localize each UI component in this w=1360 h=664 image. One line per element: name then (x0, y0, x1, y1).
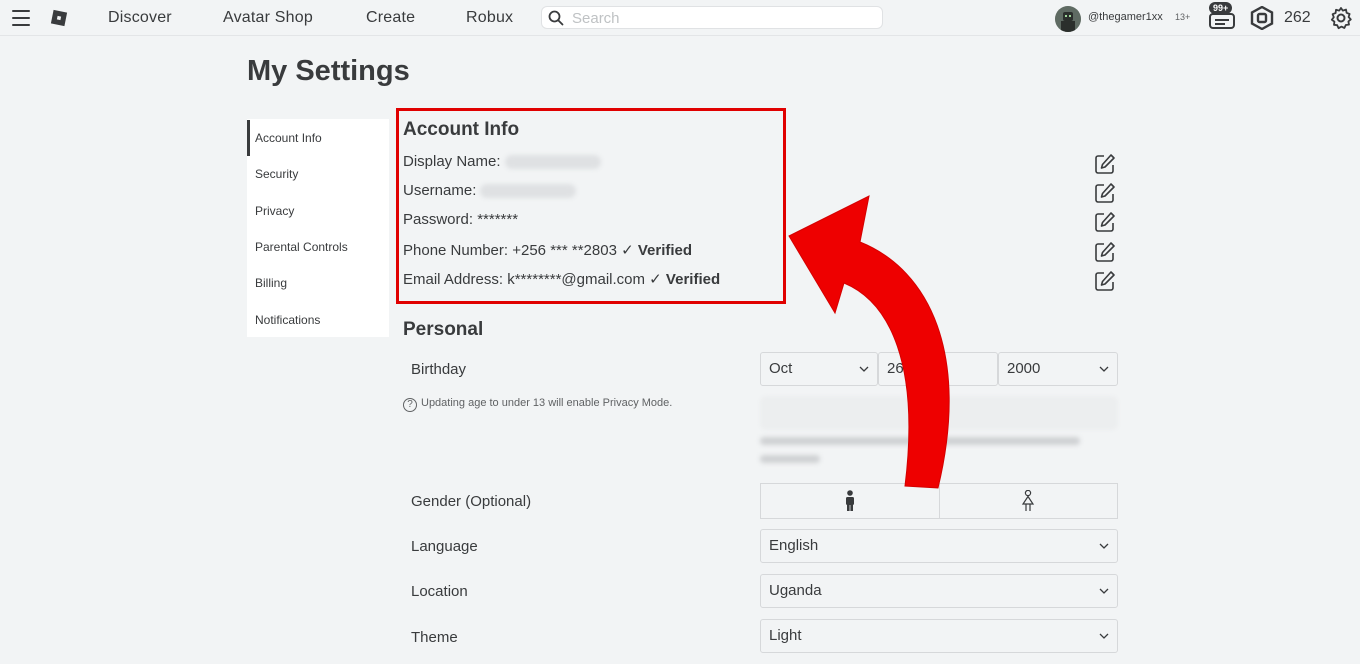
nav-link-robux[interactable]: Robux (466, 9, 513, 27)
chevron-down-icon (1099, 633, 1109, 639)
chevron-down-icon (1099, 588, 1109, 594)
location-label: Location (411, 583, 468, 600)
birthday-label: Birthday (411, 361, 467, 378)
edit-phone-icon[interactable] (1094, 241, 1116, 263)
sidebar-item-security[interactable]: Security (247, 156, 389, 192)
edit-password-icon[interactable] (1094, 211, 1116, 233)
red-curved-arrow-annotation (788, 195, 950, 489)
language-value: English (769, 537, 819, 554)
language-label: Language (411, 538, 478, 555)
female-gender-icon[interactable] (1020, 490, 1036, 512)
hamburger-menu-icon[interactable] (12, 10, 30, 26)
edit-email-icon[interactable] (1094, 270, 1116, 292)
nav-link-create[interactable]: Create (366, 9, 415, 27)
robux-icon[interactable] (1250, 6, 1274, 30)
edit-username-icon[interactable] (1094, 182, 1116, 204)
robux-balance[interactable]: 262 (1284, 9, 1311, 27)
theme-label: Theme (411, 629, 458, 646)
theme-select[interactable]: Light (760, 619, 1118, 653)
sidebar-item-parental-controls[interactable]: Parental Controls (247, 229, 389, 265)
question-circle-icon: ? (403, 398, 417, 412)
chevron-down-icon (1099, 543, 1109, 549)
gender-label: Gender (Optional) (411, 493, 532, 510)
nav-link-discover[interactable]: Discover (108, 9, 172, 27)
notification-badge: 99+ (1209, 2, 1233, 14)
avatar[interactable] (1055, 6, 1081, 32)
sidebar-item-privacy[interactable]: Privacy (247, 193, 389, 229)
location-value: Uganda (769, 582, 822, 599)
age-tag: 13+ (1175, 12, 1191, 22)
account-info-highlight-box (396, 108, 786, 304)
roblox-logo-icon[interactable] (50, 9, 68, 27)
avatar-image-icon (1055, 6, 1081, 32)
search-placeholder: Search (572, 10, 620, 27)
settings-sidebar: Account Info Security Privacy Parental C… (247, 119, 389, 337)
search-input[interactable]: Search (541, 6, 883, 29)
theme-value: Light (769, 627, 802, 644)
top-navigation-bar: Discover Avatar Shop Create Robux Search… (0, 0, 1360, 36)
nav-link-avatar-shop[interactable]: Avatar Shop (223, 9, 313, 27)
sidebar-item-billing[interactable]: Billing (247, 265, 389, 301)
username-label[interactable]: @thegamer1xx (1088, 11, 1163, 23)
sidebar-item-account-info[interactable]: Account Info (247, 120, 389, 156)
personal-heading: Personal (403, 319, 484, 340)
language-select[interactable]: English (760, 529, 1118, 563)
age-hint-text: Updating age to under 13 will enable Pri… (421, 397, 673, 409)
settings-gear-icon[interactable] (1329, 6, 1353, 30)
page-title: My Settings (247, 55, 410, 87)
chevron-down-icon (1099, 366, 1109, 372)
sidebar-item-notifications[interactable]: Notifications (247, 302, 389, 338)
edit-display-name-icon[interactable] (1094, 153, 1116, 175)
age-hint: ? Updating age to under 13 will enable Pr… (403, 397, 672, 412)
search-icon (548, 10, 564, 26)
location-select[interactable]: Uganda (760, 574, 1118, 608)
